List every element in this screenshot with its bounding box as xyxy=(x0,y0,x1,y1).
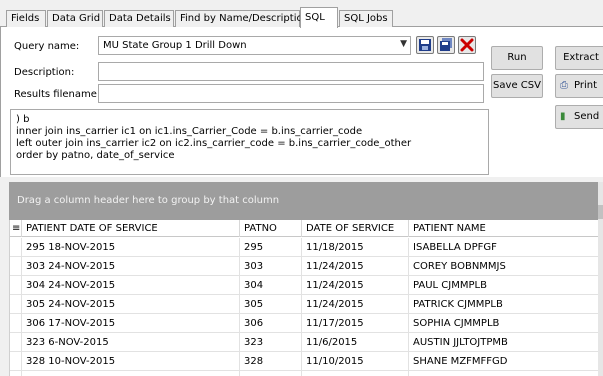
description-label: Description: xyxy=(14,67,75,78)
row-indicator[interactable] xyxy=(10,238,22,257)
table-cell[interactable]: AUSTIN JJLTOJTPMB xyxy=(409,333,599,352)
table-cell[interactable]: 303 24-NOV-2015 xyxy=(22,257,240,276)
table-row[interactable]: 304 24-NOV-2015 304 11/24/2015 PAUL CJMMPLB xyxy=(10,276,599,295)
table-cell[interactable]: ALLISON HEOJCSE xyxy=(409,371,599,376)
column-header-patient-name[interactable]: PATIENT NAME xyxy=(409,220,599,237)
table-cell[interactable]: 304 xyxy=(240,276,302,295)
save-csv-button[interactable]: Save CSV xyxy=(491,74,543,98)
table-cell[interactable]: 11/24/2015 xyxy=(302,295,409,314)
table-row[interactable]: 323 6-NOV-2015 323 11/6/2015 AUSTIN JJLTOJT… xyxy=(10,333,599,352)
tab-fields[interactable]: Fields xyxy=(6,10,46,27)
tab-data-grid[interactable]: Data Grid xyxy=(47,10,103,27)
query-name-label: Query name: xyxy=(14,41,80,52)
results-filename-label: Results filename: xyxy=(14,89,101,100)
table-cell[interactable]: SOPHIA CJMMPLB xyxy=(409,314,599,333)
table-row[interactable]: 330 30-OCT-201533010/30/2015ALLISON HEOJ… xyxy=(10,371,599,376)
table-cell[interactable]: 10/30/2015 xyxy=(302,371,409,376)
table-cell[interactable]: 305 24-NOV-2015 xyxy=(22,295,240,314)
print-label: Print xyxy=(574,80,598,91)
delete-query-button[interactable] xyxy=(458,36,476,54)
table-cell[interactable]: 306 17-NOV-2015 xyxy=(22,314,240,333)
grid-header: ≡ PATIENT DATE OF SERVICE PATNO DATE OF … xyxy=(10,220,599,237)
table-cell[interactable]: 323 6-NOV-2015 xyxy=(22,333,240,352)
query-name-value: MU State Group 1 Drill Down xyxy=(103,40,247,51)
table-cell[interactable]: 11/24/2015 xyxy=(302,257,409,276)
send-button[interactable]: ▮ Send xyxy=(555,105,603,129)
sql-line: order by patno, date_of_service xyxy=(16,150,175,161)
floppy-disk-icon xyxy=(419,39,431,51)
table-cell[interactable]: 303 xyxy=(240,257,302,276)
table-cell[interactable]: 11/6/2015 xyxy=(302,333,409,352)
table-cell[interactable]: 304 24-NOV-2015 xyxy=(22,276,240,295)
row-indicator[interactable] xyxy=(10,276,22,295)
table-cell[interactable]: 11/24/2015 xyxy=(302,276,409,295)
chevron-down-icon[interactable]: ▼ xyxy=(400,39,407,49)
group-by-hint: Drag a column header here to group by th… xyxy=(17,195,280,206)
results-grid: ≡ PATIENT DATE OF SERVICE PATNO DATE OF … xyxy=(9,220,599,376)
printer-icon: ⎙ xyxy=(560,80,568,91)
table-cell[interactable]: 330 xyxy=(240,371,302,376)
table-row[interactable]: 295 18-NOV-2015 295 11/18/2015 ISABELLA DPF… xyxy=(10,238,599,257)
column-header-patient-dos[interactable]: PATIENT DATE OF SERVICE xyxy=(22,220,240,237)
column-header-patno[interactable]: PATNO xyxy=(240,220,302,237)
query-name-combo[interactable]: MU State Group 1 Drill Down ▼ xyxy=(98,36,411,55)
tab-strip: Fields Data Grid Data Details Find by Na… xyxy=(0,0,603,28)
description-field[interactable] xyxy=(98,62,484,81)
results-filename-field[interactable] xyxy=(98,84,484,103)
table-cell[interactable]: 323 xyxy=(240,333,302,352)
table-cell[interactable]: PAUL CJMMPLB xyxy=(409,276,599,295)
table-cell[interactable]: 305 xyxy=(240,295,302,314)
table-cell[interactable]: SHANE MZFMFFGD xyxy=(409,352,599,371)
run-button[interactable]: Run xyxy=(491,46,543,70)
send-label: Send xyxy=(574,111,600,122)
table-cell[interactable]: COREY BOBNMMJS xyxy=(409,257,599,276)
table-cell[interactable]: PATRICK CJMMPLB xyxy=(409,295,599,314)
print-button[interactable]: ⎙ Print xyxy=(555,74,603,98)
group-by-panel[interactable]: Drag a column header here to group by th… xyxy=(9,182,599,220)
sql-line: ) b xyxy=(16,114,30,125)
row-indicator[interactable] xyxy=(10,333,22,352)
table-cell[interactable]: 295 18-NOV-2015 xyxy=(22,238,240,257)
row-indicator[interactable] xyxy=(10,371,22,376)
table-cell[interactable]: 11/10/2015 xyxy=(302,352,409,371)
table-cell[interactable]: 330 30-OCT-2015 xyxy=(22,371,240,376)
table-cell[interactable]: ISABELLA DPFGF xyxy=(409,238,599,257)
row-indicator[interactable] xyxy=(10,295,22,314)
table-cell[interactable]: 11/17/2015 xyxy=(302,314,409,333)
sql-panel: Query name: MU State Group 1 Drill Down … xyxy=(0,27,603,177)
row-indicator[interactable] xyxy=(10,257,22,276)
row-indicator[interactable] xyxy=(10,314,22,333)
column-header-dos[interactable]: DATE OF SERVICE xyxy=(302,220,409,237)
table-cell[interactable]: 295 xyxy=(240,238,302,257)
sql-line: inner join ins_carrier ic1 on ic1.ins_Ca… xyxy=(16,126,363,137)
column-chooser-icon[interactable]: ≡ xyxy=(10,220,22,237)
extract-button[interactable]: Extract xyxy=(555,46,603,70)
scrollbar-thumb[interactable] xyxy=(598,205,603,219)
table-cell[interactable]: 328 10-NOV-2015 xyxy=(22,352,240,371)
sql-line: left outer join ins_carrier ic2 on ic2.i… xyxy=(16,138,412,149)
table-row[interactable]: 328 10-NOV-2015 328 11/10/2015 SHANE MZFMFF… xyxy=(10,352,599,371)
row-indicator[interactable] xyxy=(10,352,22,371)
sql-editor[interactable]: ) b inner join ins_carrier ic1 on ic1.in… xyxy=(10,109,489,175)
delete-x-icon xyxy=(460,38,474,52)
save-as-query-button[interactable] xyxy=(437,36,455,54)
tab-data-details[interactable]: Data Details xyxy=(104,10,174,27)
table-cell[interactable]: 11/18/2015 xyxy=(302,238,409,257)
save-as-icon xyxy=(440,38,452,51)
table-row[interactable]: 305 24-NOV-2015 305 11/24/2015 PATRICK CJMM… xyxy=(10,295,599,314)
table-cell[interactable]: 328 xyxy=(240,352,302,371)
table-cell[interactable]: 306 xyxy=(240,314,302,333)
table-row[interactable]: 306 17-NOV-2015 306 11/17/2015 SOPHIA CJMMP… xyxy=(10,314,599,333)
table-row[interactable]: 303 24-NOV-2015 303 11/24/2015 COREY BOBNMM… xyxy=(10,257,599,276)
tab-sql-jobs[interactable]: SQL Jobs xyxy=(339,10,393,27)
send-icon: ▮ xyxy=(560,111,566,122)
tab-find-by-name[interactable]: Find by Name/Description xyxy=(175,10,309,27)
save-query-button[interactable] xyxy=(416,36,434,54)
tab-sql[interactable]: SQL xyxy=(300,7,338,28)
